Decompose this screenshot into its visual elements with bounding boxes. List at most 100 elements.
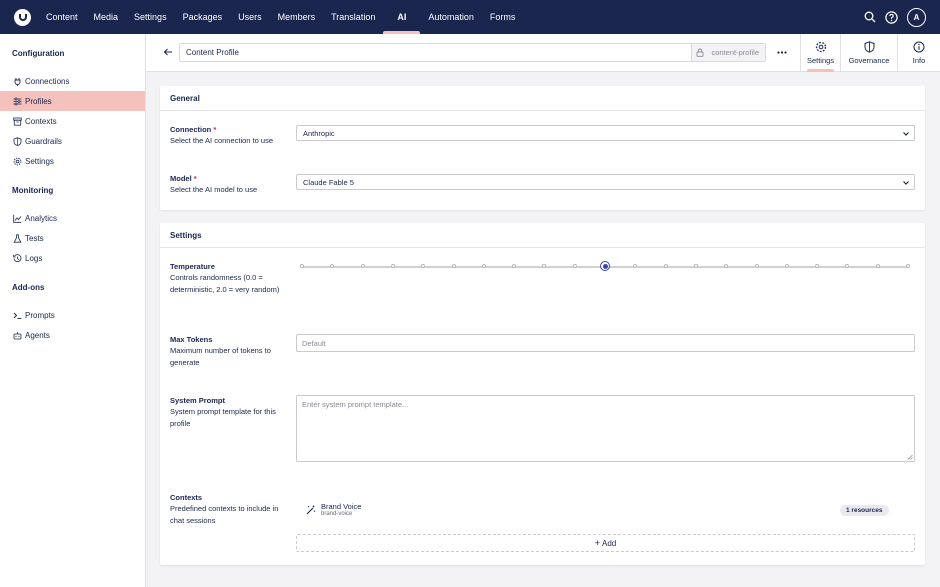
property-label: Connection * <box>170 125 217 134</box>
property-label: Temperature <box>170 262 215 271</box>
sidebar-item-label: Connections <box>25 76 70 86</box>
slider-tick <box>754 264 759 268</box>
profile-name-input[interactable]: Content Profile content-profile <box>179 43 766 62</box>
slider-tick <box>724 264 729 268</box>
connection-select[interactable]: Anthropic <box>296 125 915 141</box>
select-value: Claude Fable 5 <box>303 177 354 187</box>
help-icon[interactable] <box>885 10 898 24</box>
context-alias: brand-voice <box>321 511 353 517</box>
nav-users[interactable]: Users <box>230 0 270 34</box>
sidebar-item-label: Agents <box>25 330 50 340</box>
model-select[interactable]: Claude Fable 5 <box>296 174 915 190</box>
property-description: Predefined contexts to include in chat s… <box>170 504 279 525</box>
textarea-placeholder: Enter system prompt template... <box>302 400 409 409</box>
sidebar-item-connections[interactable]: Connections <box>0 71 145 91</box>
plus-icon: + <box>594 538 601 548</box>
sliders-icon <box>13 97 22 106</box>
slider-tick <box>360 264 365 268</box>
nav-members[interactable]: Members <box>270 0 324 34</box>
property-description: Select the AI connection to use <box>170 136 273 145</box>
sidebar-item-logs[interactable]: Logs <box>0 248 145 268</box>
slider-tick <box>451 264 456 268</box>
nav-settings[interactable]: Settings <box>126 0 175 34</box>
property-description: Maximum number of tokens to generate <box>170 346 271 367</box>
sidebar-item-label: Profiles <box>25 96 52 106</box>
lock-icon[interactable] <box>696 48 704 57</box>
slider-tick <box>633 264 638 268</box>
sidebar-item-tests[interactable]: Tests <box>0 228 145 248</box>
resize-handle-icon[interactable] <box>907 454 913 460</box>
sidebar-item-guardrails[interactable]: Guardrails <box>0 131 145 151</box>
sidebar-item-agents[interactable]: Agents <box>0 325 145 345</box>
system-prompt-property: System Prompt System prompt template for… <box>170 395 285 429</box>
sidebar-item-profiles[interactable]: Profiles <box>0 91 145 111</box>
sidebar-item-prompts[interactable]: Prompts <box>0 305 145 325</box>
slider-tick <box>572 264 577 268</box>
gear-icon <box>13 157 22 166</box>
property-description: Controls randomness (0.0 = deterministic… <box>170 273 280 294</box>
property-description: Select the AI model to use <box>170 185 258 194</box>
sidebar-item-label: Tests <box>25 233 44 243</box>
slider-thumb[interactable] <box>600 261 610 271</box>
property-label: Contexts <box>170 493 203 502</box>
card-title: General <box>160 86 925 111</box>
sidebar-section-configuration: Configuration <box>12 48 65 58</box>
nav-content[interactable]: Content <box>38 0 86 34</box>
magic-wand-icon <box>306 505 316 515</box>
sidebar-item-label: Analytics <box>25 213 58 223</box>
max-tokens-input[interactable]: Default <box>296 334 915 352</box>
tab-info[interactable]: Info <box>897 34 940 72</box>
slider-tick <box>512 264 517 268</box>
alias-field[interactable]: content-profile <box>691 44 765 61</box>
sidebar-item-label: Guardrails <box>25 136 62 146</box>
context-name: Brand Voice <box>321 502 362 511</box>
chevron-down-icon <box>903 181 909 185</box>
user-avatar[interactable]: A <box>907 7 926 27</box>
sidebar: Configuration Connections Profiles Conte… <box>0 34 146 587</box>
slider-tick <box>300 264 304 268</box>
sidebar-item-analytics[interactable]: Analytics <box>0 208 145 228</box>
tab-label: Governance <box>848 56 890 65</box>
max-tokens-property: Max Tokens Maximum number of tokens to g… <box>170 334 285 368</box>
umbraco-logo-icon[interactable] <box>14 8 31 26</box>
archive-icon <box>13 117 22 126</box>
chart-line-icon <box>13 214 22 223</box>
select-value: Anthropic <box>303 128 335 138</box>
sidebar-item-label: Prompts <box>25 310 55 320</box>
more-options-icon[interactable] <box>776 45 788 59</box>
context-item[interactable]: Brand Voice brand-voice <box>296 498 915 524</box>
nav-media[interactable]: Media <box>86 0 127 34</box>
property-label: Max Tokens <box>170 335 213 344</box>
tab-governance[interactable]: Governance <box>840 34 897 72</box>
slider-tick <box>815 264 820 268</box>
connection-property: Connection * Select the AI connection to… <box>170 124 285 147</box>
tab-label: Settings <box>806 56 835 65</box>
sidebar-item-settings[interactable]: Settings <box>0 151 145 171</box>
sidebar-item-label: Logs <box>25 253 43 263</box>
nav-automation[interactable]: Automation <box>420 0 482 34</box>
add-context-button[interactable]: + Add <box>296 534 915 552</box>
nav-translation[interactable]: Translation <box>323 0 383 34</box>
nav-ai[interactable]: AI <box>383 0 421 34</box>
temperature-slider[interactable] <box>300 261 910 271</box>
temperature-property: Temperature Controls randomness (0.0 = d… <box>170 261 285 295</box>
history-icon <box>13 253 22 263</box>
tab-settings[interactable]: Settings <box>800 34 840 72</box>
system-prompt-textarea[interactable]: Enter system prompt template... <box>296 395 915 462</box>
contexts-property: Contexts Predefined contexts to include … <box>170 492 285 526</box>
flask-icon <box>13 233 22 243</box>
nav-forms[interactable]: Forms <box>482 0 524 34</box>
top-navigation-bar: Content Media Settings Packages Users Me… <box>0 0 940 34</box>
slider-tick <box>906 264 910 268</box>
sidebar-section-monitoring: Monitoring <box>12 185 54 195</box>
search-icon[interactable] <box>863 11 876 24</box>
property-description: System prompt template for this profile <box>170 407 276 428</box>
model-property: Model * Select the AI model to use <box>170 173 285 196</box>
add-label: Add <box>602 538 617 548</box>
slider-tick <box>784 264 789 268</box>
sidebar-item-contexts[interactable]: Contexts <box>0 111 145 131</box>
slider-tick <box>330 264 335 268</box>
card-title: Settings <box>160 223 925 248</box>
back-arrow-icon[interactable] <box>162 46 174 58</box>
nav-packages[interactable]: Packages <box>175 0 231 34</box>
